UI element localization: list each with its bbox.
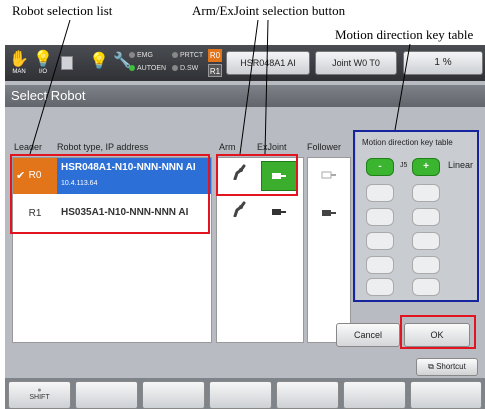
pointer-arm-button [239,19,259,155]
pointer-motion-keys [394,43,411,131]
callout-pointer-lines [29,19,411,155]
pointer-robot-list [29,19,71,155]
pointer-exjoint-button [264,19,269,155]
